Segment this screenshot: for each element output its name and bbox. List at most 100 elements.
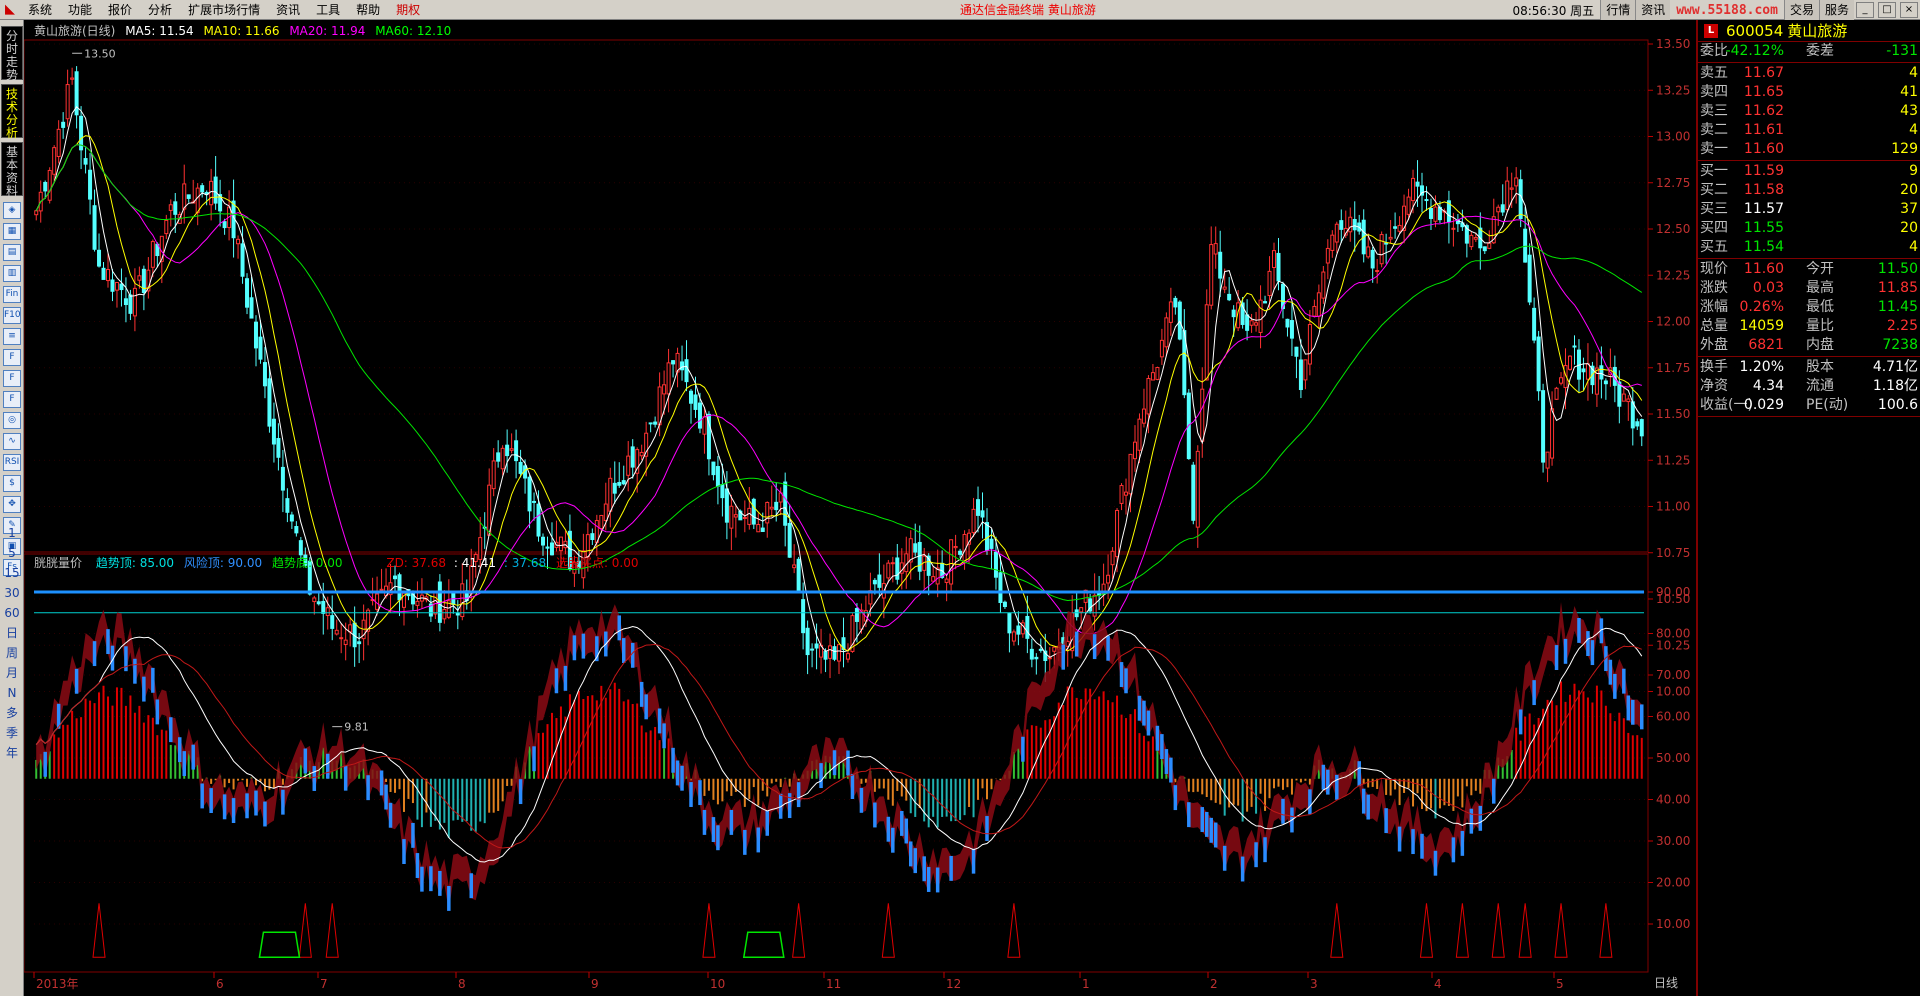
toolbar-tool-icon[interactable]: ✥ (3, 496, 21, 513)
tab-service[interactable]: 服务 (1818, 0, 1854, 20)
tab-news[interactable]: 资讯 (1635, 0, 1671, 20)
toolbar-tool-icon[interactable]: F (3, 349, 21, 366)
period-button[interactable]: 1 (0, 524, 24, 543)
app-logo-icon[interactable]: ◣ (0, 0, 20, 20)
candle-body (931, 576, 936, 582)
bid-book: 买一 11.59 9 买二 11.58 20 买三 11.57 37 买四 11.55 20 买五 11.… (1698, 162, 1920, 257)
tab-trade[interactable]: 交易 (1783, 0, 1819, 20)
candle-body (1227, 293, 1232, 301)
asks-level-row[interactable]: 卖三 11.62 43 (1698, 102, 1920, 121)
chart-area[interactable]: 13.50 13.25 13.00 12.75 12.50 12.25 12.00 11.75… (24, 20, 1696, 996)
kline-chart[interactable]: 13.50 13.25 13.00 12.75 12.50 12.25 12.00 11.75… (24, 20, 1696, 996)
toolbar-tool-icon[interactable]: RSI (3, 454, 21, 471)
menu-quote[interactable]: 报价 (100, 0, 140, 20)
period-button[interactable]: 年 (0, 744, 24, 763)
toolbar-tool-icon[interactable]: ≡ (3, 328, 21, 345)
candle-body (1204, 304, 1209, 381)
menu-help[interactable]: 帮助 (348, 0, 388, 20)
vtab-fundamentals[interactable]: 基本资料 (1, 142, 23, 198)
vtab-intraday[interactable]: 分时走势 (1, 26, 23, 82)
candle-body (236, 238, 241, 245)
asks-level-row[interactable]: 卖四 11.65 41 (1698, 83, 1920, 102)
bids-level-volume: 4 (1909, 239, 1918, 255)
bids-level-price: 11.54 (1743, 239, 1784, 255)
candle-body (97, 249, 102, 267)
toolbar-tool-icon[interactable]: Fin (3, 286, 21, 303)
menu-function[interactable]: 功能 (60, 0, 100, 20)
period-button[interactable]: 日 (0, 624, 24, 643)
asks-level-label: 卖一 (1700, 141, 1728, 157)
candle-body (500, 447, 505, 470)
toolbar-tool-icon[interactable]: F (3, 391, 21, 408)
bids-level-row[interactable]: 买二 11.58 20 (1698, 181, 1920, 200)
close-icon[interactable]: × (1900, 2, 1918, 18)
candle-body (689, 390, 694, 404)
bids-level-row[interactable]: 买五 11.54 4 (1698, 238, 1920, 257)
menu-news[interactable]: 资讯 (268, 0, 308, 20)
bids-level-row[interactable]: 买三 11.57 37 (1698, 200, 1920, 219)
bids-level-row[interactable]: 买四 11.55 20 (1698, 219, 1920, 238)
stats-row: 总量 14059 量比 2.25 (1698, 317, 1920, 336)
toolbar-tool-icon[interactable]: $ (3, 475, 21, 492)
menu-analysis[interactable]: 分析 (140, 0, 180, 20)
trend-bottom-label: 趋势底: 0.00 (271, 556, 343, 570)
minimize-icon[interactable]: _ (1856, 2, 1874, 18)
buy-point-marker (92, 903, 106, 958)
period-button[interactable]: 5 (0, 544, 24, 563)
asks-level-row[interactable]: 卖二 11.61 4 (1698, 121, 1920, 140)
asks-level-row[interactable]: 卖一 11.60 129 (1698, 140, 1920, 159)
candle-body (1218, 251, 1223, 279)
toolbar-tool-icon[interactable]: ▥ (3, 265, 21, 282)
fundamental-value: 100.6 (1877, 397, 1918, 413)
candle-body (168, 204, 173, 211)
candle-body (724, 488, 729, 523)
ma60-line (35, 144, 1643, 602)
toolbar-tool-icon[interactable]: F (3, 370, 21, 387)
clock-text: 08:56:30 周五 (1512, 3, 1595, 18)
toolbar-tool-icon[interactable]: ◎ (3, 412, 21, 429)
period-button[interactable]: N (0, 684, 24, 703)
candle-body (621, 480, 626, 485)
buy-point-marker (1330, 903, 1344, 958)
toolbar-tool-icon[interactable]: ▤ (3, 244, 21, 261)
candle-body (1554, 387, 1559, 400)
bids-level-volume: 20 (1900, 220, 1918, 236)
candle-body (1451, 227, 1456, 230)
candle-body (953, 545, 958, 549)
toolbar-tool-icon[interactable]: F10 (3, 307, 21, 324)
period-button[interactable]: 15 (0, 564, 24, 583)
candle-body (213, 176, 218, 204)
osc-tick-label: 20.00 (1656, 876, 1690, 890)
period-button[interactable]: 60 (0, 604, 24, 623)
candle-body (1397, 224, 1402, 232)
period-button[interactable]: 多 (0, 704, 24, 723)
menu-tools[interactable]: 工具 (308, 0, 348, 20)
candle-body (1110, 550, 1115, 566)
vtab-technical[interactable]: 技术分析 (1, 84, 23, 140)
asks-level-row[interactable]: 卖五 11.67 4 (1698, 64, 1920, 83)
period-button[interactable]: 月 (0, 664, 24, 683)
menu-extended-market[interactable]: 扩展市场行情 (180, 0, 268, 20)
candle-body (684, 359, 689, 383)
bids-level-row[interactable]: 买一 11.59 9 (1698, 162, 1920, 181)
menu-options[interactable]: 期权 (388, 0, 428, 20)
fundamental-label: 换手 (1700, 359, 1728, 375)
maximize-icon[interactable]: □ (1878, 2, 1896, 18)
candle-body (393, 575, 398, 580)
candle-body (1289, 320, 1294, 339)
candle-body (1303, 359, 1308, 381)
candle-body (1119, 485, 1124, 504)
candle-body (271, 418, 276, 445)
toolbar-tool-icon[interactable]: ◈ (3, 202, 21, 219)
tab-market[interactable]: 行情 (1600, 0, 1636, 20)
period-button[interactable]: 30 (0, 584, 24, 603)
period-button[interactable]: 周 (0, 644, 24, 663)
candle-body (1137, 418, 1142, 451)
toolbar-tool-icon[interactable]: ∿ (3, 433, 21, 450)
menu-system[interactable]: 系统 (20, 0, 60, 20)
candle-body (294, 526, 299, 534)
toolbar-tool-icon[interactable]: ▦ (3, 223, 21, 240)
period-button[interactable]: 季 (0, 724, 24, 743)
candle-body (1254, 322, 1259, 326)
candle-body (1428, 207, 1433, 219)
